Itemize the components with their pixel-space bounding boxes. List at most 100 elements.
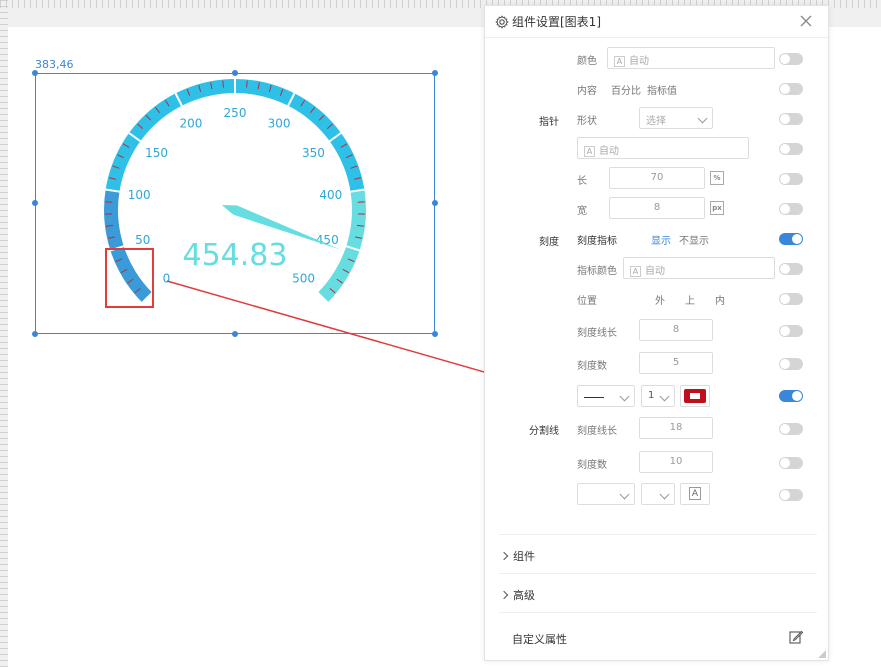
length-label: 长 bbox=[577, 176, 587, 187]
label-content-row: 内容 百分比 指标值 bbox=[485, 77, 830, 101]
custom-attributes-row[interactable]: 自定义属性 bbox=[499, 612, 817, 650]
pointer-color-row: A 自动 bbox=[485, 137, 830, 161]
pointer-width-input[interactable]: 8 bbox=[609, 197, 705, 219]
position-inner-option[interactable]: 内 bbox=[715, 292, 725, 307]
gauge-tick-label: 200 bbox=[180, 117, 203, 131]
divider-line-length-label: 刻度线长 bbox=[577, 426, 617, 437]
divider-font-toggle[interactable] bbox=[779, 489, 803, 501]
gauge-tick-label: 500 bbox=[292, 272, 315, 286]
indicator-color-label: 指标颜色 bbox=[577, 266, 617, 277]
px-unit-icon[interactable]: px bbox=[710, 201, 724, 215]
edit-icon[interactable] bbox=[789, 630, 803, 644]
close-icon[interactable] bbox=[800, 15, 812, 27]
divider-count-toggle[interactable] bbox=[779, 457, 803, 469]
pointer-length-input[interactable]: 70 bbox=[609, 167, 705, 189]
gauge-minor-tick bbox=[246, 80, 248, 88]
pointer-shape-row: 形状 选择 bbox=[485, 107, 830, 131]
chevron-down-icon bbox=[619, 489, 630, 500]
color-toggle[interactable] bbox=[779, 53, 803, 65]
font-color-icon: A bbox=[614, 56, 625, 67]
divider-font-row: A bbox=[485, 483, 830, 507]
chevron-right-icon bbox=[499, 551, 509, 561]
chevron-right-icon bbox=[499, 590, 509, 600]
font-size-select[interactable] bbox=[641, 483, 675, 505]
hide-option[interactable]: 不显示 bbox=[679, 232, 709, 247]
divider-line-length-toggle[interactable] bbox=[779, 423, 803, 435]
indicator-color-input[interactable]: A 自动 bbox=[623, 257, 775, 279]
scale-group-label: 刻度 bbox=[539, 237, 559, 248]
scale-indicator-toggle[interactable] bbox=[779, 233, 803, 245]
scale-indicator-label: 刻度指标 bbox=[577, 236, 617, 247]
content-option-percent[interactable]: 百分比 bbox=[611, 82, 641, 97]
divider-color-picker[interactable] bbox=[680, 385, 710, 407]
left-ruler bbox=[0, 0, 8, 667]
chevron-down-icon bbox=[659, 489, 670, 500]
shape-label: 形状 bbox=[577, 116, 597, 127]
content-option-value[interactable]: 指标值 bbox=[647, 82, 677, 97]
divider-line-length-input[interactable]: 18 bbox=[639, 417, 713, 439]
position-row: 位置 外 上 内 bbox=[485, 287, 830, 311]
width-label: 宽 bbox=[577, 206, 587, 217]
section-component[interactable]: 组件 bbox=[499, 534, 817, 572]
show-option[interactable]: 显示 bbox=[651, 232, 671, 247]
line-width-select[interactable]: 1 bbox=[641, 385, 675, 407]
width-toggle[interactable] bbox=[779, 203, 803, 215]
divider-style-toggle[interactable] bbox=[779, 390, 803, 402]
scale-line-length-row: 刻度线长 8 bbox=[485, 319, 830, 343]
position-toggle[interactable] bbox=[779, 293, 803, 305]
gauge-tick-label: 250 bbox=[224, 106, 247, 120]
scale-line-length-toggle[interactable] bbox=[779, 325, 803, 337]
line-width-value: 1 bbox=[648, 390, 655, 401]
color-label: 颜色 bbox=[577, 56, 597, 67]
pointer-color-input[interactable]: A 自动 bbox=[577, 137, 749, 159]
pointer-color-value: 自动 bbox=[599, 146, 619, 157]
gauge-tick-label: 300 bbox=[268, 117, 291, 131]
font-color-icon: A bbox=[630, 266, 641, 277]
shape-toggle[interactable] bbox=[779, 113, 803, 125]
scale-count-row: 刻度数 5 bbox=[485, 352, 830, 376]
panel-title: 组件设置[图表1] bbox=[512, 15, 601, 29]
divider-count-row: 刻度数 10 bbox=[485, 451, 830, 475]
content-toggle[interactable] bbox=[779, 83, 803, 95]
indicator-color-toggle[interactable] bbox=[779, 263, 803, 275]
scale-count-label: 刻度数 bbox=[577, 361, 607, 372]
chevron-down-icon bbox=[697, 113, 708, 124]
label-color-row: 颜色 A 自动 bbox=[485, 47, 830, 71]
pointer-color-toggle[interactable] bbox=[779, 143, 803, 155]
solid-line-icon bbox=[584, 397, 604, 398]
scale-count-toggle[interactable] bbox=[779, 358, 803, 370]
divider-count-label: 刻度数 bbox=[577, 460, 607, 471]
divider-line-length-row: 刻度线长 18 bbox=[485, 417, 830, 441]
pointer-length-row: 长 70 % bbox=[485, 167, 830, 191]
gauge-tick-label: 50 bbox=[135, 233, 150, 247]
scale-line-length-input[interactable]: 8 bbox=[639, 319, 713, 341]
font-color-icon: A bbox=[584, 146, 595, 157]
font-color-button[interactable]: A bbox=[680, 483, 710, 505]
color-swatch bbox=[684, 389, 706, 403]
component-settings-panel: 组件设置[图表1] 颜色 A 自动 内容 百分比 指标值 指针 形状 选择 A 自动… bbox=[484, 5, 829, 661]
position-top-option[interactable]: 上 bbox=[685, 292, 695, 307]
indicator-color-value: 自动 bbox=[645, 266, 665, 277]
gauge-chart: 050100150200250300350400450500454.83 bbox=[104, 78, 366, 304]
font-color-icon: A bbox=[689, 487, 701, 500]
custom-attributes-label: 自定义属性 bbox=[512, 633, 567, 646]
position-label: 位置 bbox=[577, 296, 597, 307]
label-color-input[interactable]: A 自动 bbox=[607, 47, 775, 69]
panel-resize-grip[interactable] bbox=[818, 650, 826, 658]
scale-indicator-row: 刻度 刻度指标 显示 不显示 bbox=[485, 227, 830, 251]
percent-unit-icon[interactable]: % bbox=[710, 171, 724, 185]
highlight-box bbox=[105, 248, 154, 308]
position-outer-option[interactable]: 外 bbox=[655, 292, 665, 307]
gauge-tick-label: 350 bbox=[302, 146, 325, 160]
gauge-tick-label: 100 bbox=[128, 188, 151, 202]
divider-style-row: 1 bbox=[485, 385, 830, 409]
divider-count-input[interactable]: 10 bbox=[639, 451, 713, 473]
pointer-shape-select[interactable]: 选择 bbox=[639, 107, 713, 129]
section-advanced[interactable]: 高级 bbox=[499, 573, 817, 611]
gear-icon bbox=[495, 14, 509, 29]
scale-count-input[interactable]: 5 bbox=[639, 352, 713, 374]
indicator-color-row: 指标颜色 A 自动 bbox=[485, 257, 830, 281]
line-style-select[interactable] bbox=[577, 385, 635, 407]
font-family-select[interactable] bbox=[577, 483, 635, 505]
length-toggle[interactable] bbox=[779, 173, 803, 185]
